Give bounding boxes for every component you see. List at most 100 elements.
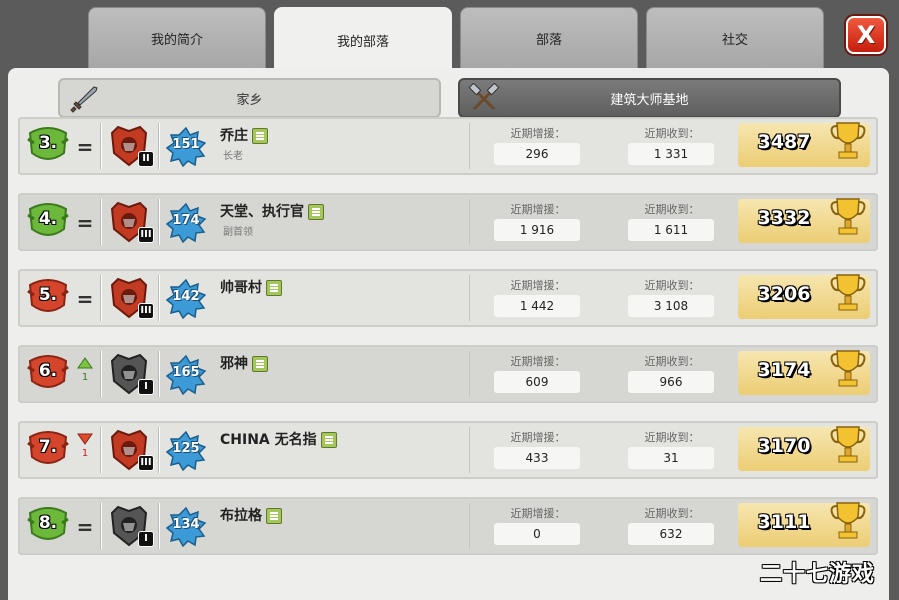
member-name: 布拉格: [220, 508, 262, 524]
trophy-icon: [830, 426, 866, 463]
trophy-count: 3332: [757, 207, 811, 229]
divider: [158, 275, 160, 321]
received-stat: 近期收到： 3 108: [612, 275, 732, 325]
divider: [469, 123, 470, 169]
trophy-count-box: 3170: [738, 426, 870, 471]
divider: [100, 503, 102, 549]
received-value: 1 331: [628, 143, 714, 165]
tab-clans[interactable]: 部落: [460, 7, 638, 69]
received-label: 近期收到：: [644, 203, 700, 216]
member-name-wrap[interactable]: CHINA 无名指: [220, 429, 337, 449]
table-row[interactable]: 7. 1 III 125 CHINA 无名指 近期增援： 433 近期收到： 3…: [18, 421, 878, 479]
trophy-count-box: 3111: [738, 502, 870, 547]
divider: [158, 199, 160, 245]
tab-label: 部落: [535, 32, 562, 48]
received-label: 近期收到：: [644, 431, 700, 444]
table-row[interactable]: 5. = III 142 帅哥村 近期增援： 1 442 近期收到： 3 108…: [18, 269, 878, 327]
league-tier-badge: I: [138, 379, 154, 395]
table-row[interactable]: 8. = I 134 布拉格 近期增援： 0 近期收到： 632 3111: [18, 497, 878, 555]
tab-my-profile[interactable]: 我的简介: [88, 7, 266, 69]
received-value: 3 108: [628, 295, 714, 317]
member-name-wrap[interactable]: 天堂、执行官: [220, 201, 324, 221]
donated-value: 296: [494, 143, 580, 165]
chat-icon: [266, 280, 282, 296]
rank-number: 6.: [38, 361, 58, 381]
top-tab-bar: 我的简介 我的部落 部落 社交 X: [0, 0, 899, 73]
rank-unchanged-icon: =: [76, 211, 94, 235]
member-name-wrap[interactable]: 乔庄: [220, 125, 268, 145]
chat-icon: [308, 204, 324, 220]
donated-value: 433: [494, 447, 580, 469]
league-tier-badge: III: [138, 303, 154, 319]
trophy-icon: [830, 350, 866, 387]
rank-unchanged-icon: =: [76, 287, 94, 311]
divider: [100, 275, 102, 321]
received-label: 近期收到：: [644, 127, 700, 140]
received-stat: 近期收到： 966: [612, 351, 732, 401]
close-icon: X: [856, 21, 876, 49]
trophy-count: 3487: [757, 131, 811, 153]
subtab-builder-base[interactable]: 建筑大师基地: [458, 78, 841, 118]
trophy-count: 3206: [757, 283, 811, 305]
rank-change-count: 1: [81, 448, 89, 459]
trophy-count-box: 3174: [738, 350, 870, 395]
donated-label: 近期增援：: [510, 431, 566, 444]
trophy-icon: [830, 122, 866, 159]
received-value: 31: [628, 447, 714, 469]
received-label: 近期收到：: [644, 355, 700, 368]
trophy-count: 3111: [757, 511, 811, 533]
trophy-count-box: 3487: [738, 122, 870, 167]
subtab-builder-label: 建筑大师基地: [610, 92, 689, 108]
received-value: 966: [628, 371, 714, 393]
divider: [100, 427, 102, 473]
member-name: 乔庄: [220, 128, 248, 144]
tab-my-clan[interactable]: 我的部落: [274, 7, 452, 73]
member-name: 天堂、执行官: [220, 204, 304, 220]
league-tier-badge: I: [138, 531, 154, 547]
member-name: CHINA 无名指: [220, 432, 317, 448]
rank-number: 7.: [38, 437, 58, 457]
donated-stat: 近期增援： 1 916: [478, 199, 598, 249]
tab-label: 我的部落: [336, 34, 389, 50]
tab-social[interactable]: 社交: [646, 7, 824, 69]
member-list[interactable]: 3. = II 151 乔庄 长老 近期增援： 296 近期收到： 1 331 …: [8, 117, 889, 600]
divider: [158, 123, 160, 169]
received-label: 近期收到：: [644, 507, 700, 520]
tab-label: 我的简介: [150, 32, 203, 48]
table-row[interactable]: 6. 1 I 165 邪神 近期增援： 609 近期收到： 966 3174: [18, 345, 878, 403]
chat-icon: [266, 508, 282, 524]
league-tier-badge: III: [138, 227, 154, 243]
subtab-home-village[interactable]: 家乡: [58, 78, 441, 118]
close-button[interactable]: X: [846, 16, 886, 54]
trophy-icon: [830, 502, 866, 539]
member-name-wrap[interactable]: 邪神: [220, 353, 268, 373]
rank-number: 8.: [38, 513, 58, 533]
rank-number: 3.: [38, 133, 58, 153]
xp-level: 165: [172, 365, 200, 380]
donated-stat: 近期增援： 0: [478, 503, 598, 553]
donated-value: 1 442: [494, 295, 580, 317]
received-stat: 近期收到： 1 611: [612, 199, 732, 249]
xp-level: 134: [172, 517, 200, 532]
member-name-wrap[interactable]: 布拉格: [220, 505, 282, 525]
member-name: 邪神: [220, 356, 248, 372]
member-role: 副首领: [223, 227, 253, 238]
league-tier-badge: II: [138, 151, 154, 167]
donated-value: 0: [494, 523, 580, 545]
table-row[interactable]: 3. = II 151 乔庄 长老 近期增援： 296 近期收到： 1 331 …: [18, 117, 878, 175]
rank-number: 5.: [38, 285, 58, 305]
rank-up-indicator: 1: [75, 357, 95, 393]
member-name-wrap[interactable]: 帅哥村: [220, 277, 282, 297]
subtab-home-label: 家乡: [236, 92, 263, 108]
donated-label: 近期增援：: [510, 507, 566, 520]
trophy-count-box: 3332: [738, 198, 870, 243]
xp-level: 142: [172, 289, 200, 304]
rank-down-indicator: 1: [75, 433, 95, 469]
divider: [469, 351, 470, 397]
received-value: 632: [628, 523, 714, 545]
arrow-down-icon: [77, 433, 93, 445]
trophy-icon: [830, 274, 866, 311]
table-row[interactable]: 4. = III 174 天堂、执行官 副首领 近期增援： 1 916 近期收到: [18, 193, 878, 251]
league-tier-badge: III: [138, 455, 154, 471]
rank-change-count: 1: [81, 372, 89, 383]
